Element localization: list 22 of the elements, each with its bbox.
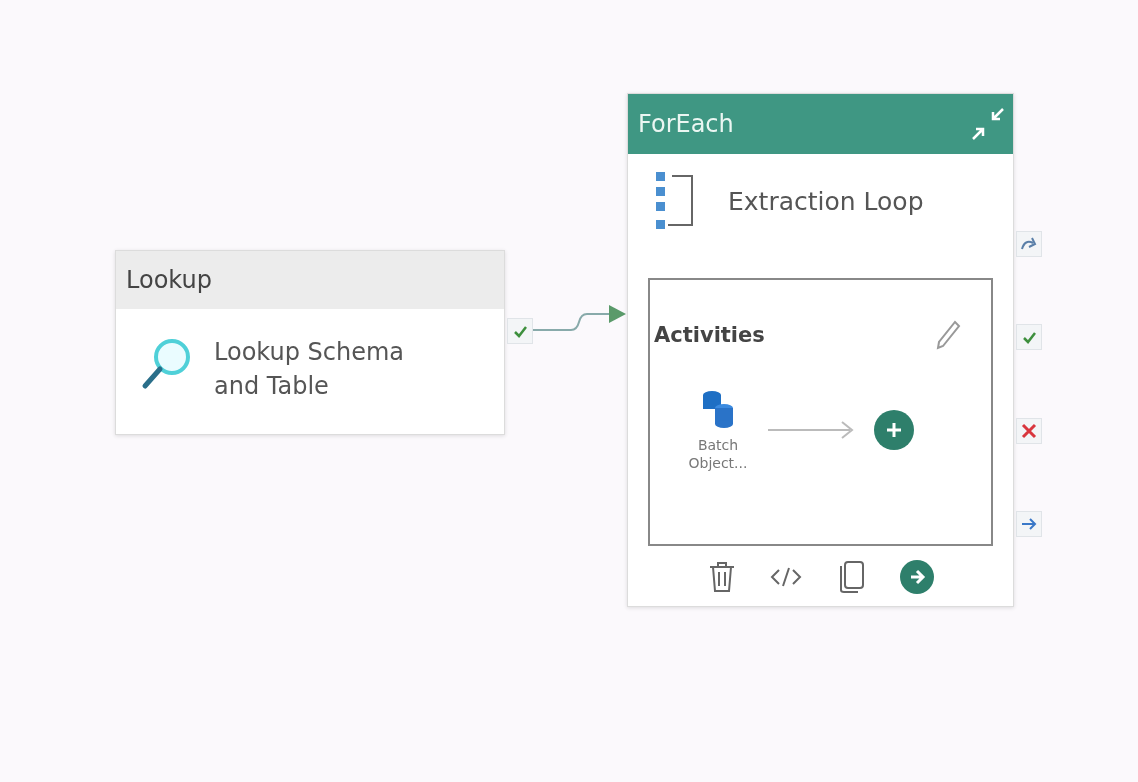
completion-output-icon[interactable]	[1016, 511, 1042, 537]
panel-title: Activities	[654, 323, 765, 347]
activity-type: ForEach	[638, 110, 734, 138]
add-activity-button[interactable]	[874, 410, 914, 450]
plus-icon	[885, 421, 903, 439]
failure-output-icon[interactable]	[1016, 418, 1042, 444]
delete-icon[interactable]	[707, 561, 736, 593]
activity-type: Lookup	[126, 266, 212, 294]
lookup-card[interactable]: Lookup Lookup Schema and Table	[115, 250, 505, 435]
success-output-icon[interactable]	[507, 318, 533, 344]
run-button[interactable]	[899, 560, 934, 594]
database-icon	[700, 388, 736, 428]
arrow-icon	[768, 420, 854, 440]
code-icon[interactable]	[769, 565, 802, 589]
success-output-icon[interactable]	[1016, 324, 1042, 350]
activity-name: Batch Object...	[688, 436, 748, 472]
activity-name: Extraction Loop	[728, 186, 924, 216]
activity-name: Lookup Schema and Table	[214, 337, 406, 402]
foreach-card[interactable]: ForEach Extraction Loop Activities Batch Object...	[627, 93, 1014, 607]
collapse-icon[interactable]	[971, 107, 1005, 141]
skip-output-icon[interactable]	[1016, 231, 1042, 257]
pencil-icon[interactable]	[935, 320, 961, 350]
